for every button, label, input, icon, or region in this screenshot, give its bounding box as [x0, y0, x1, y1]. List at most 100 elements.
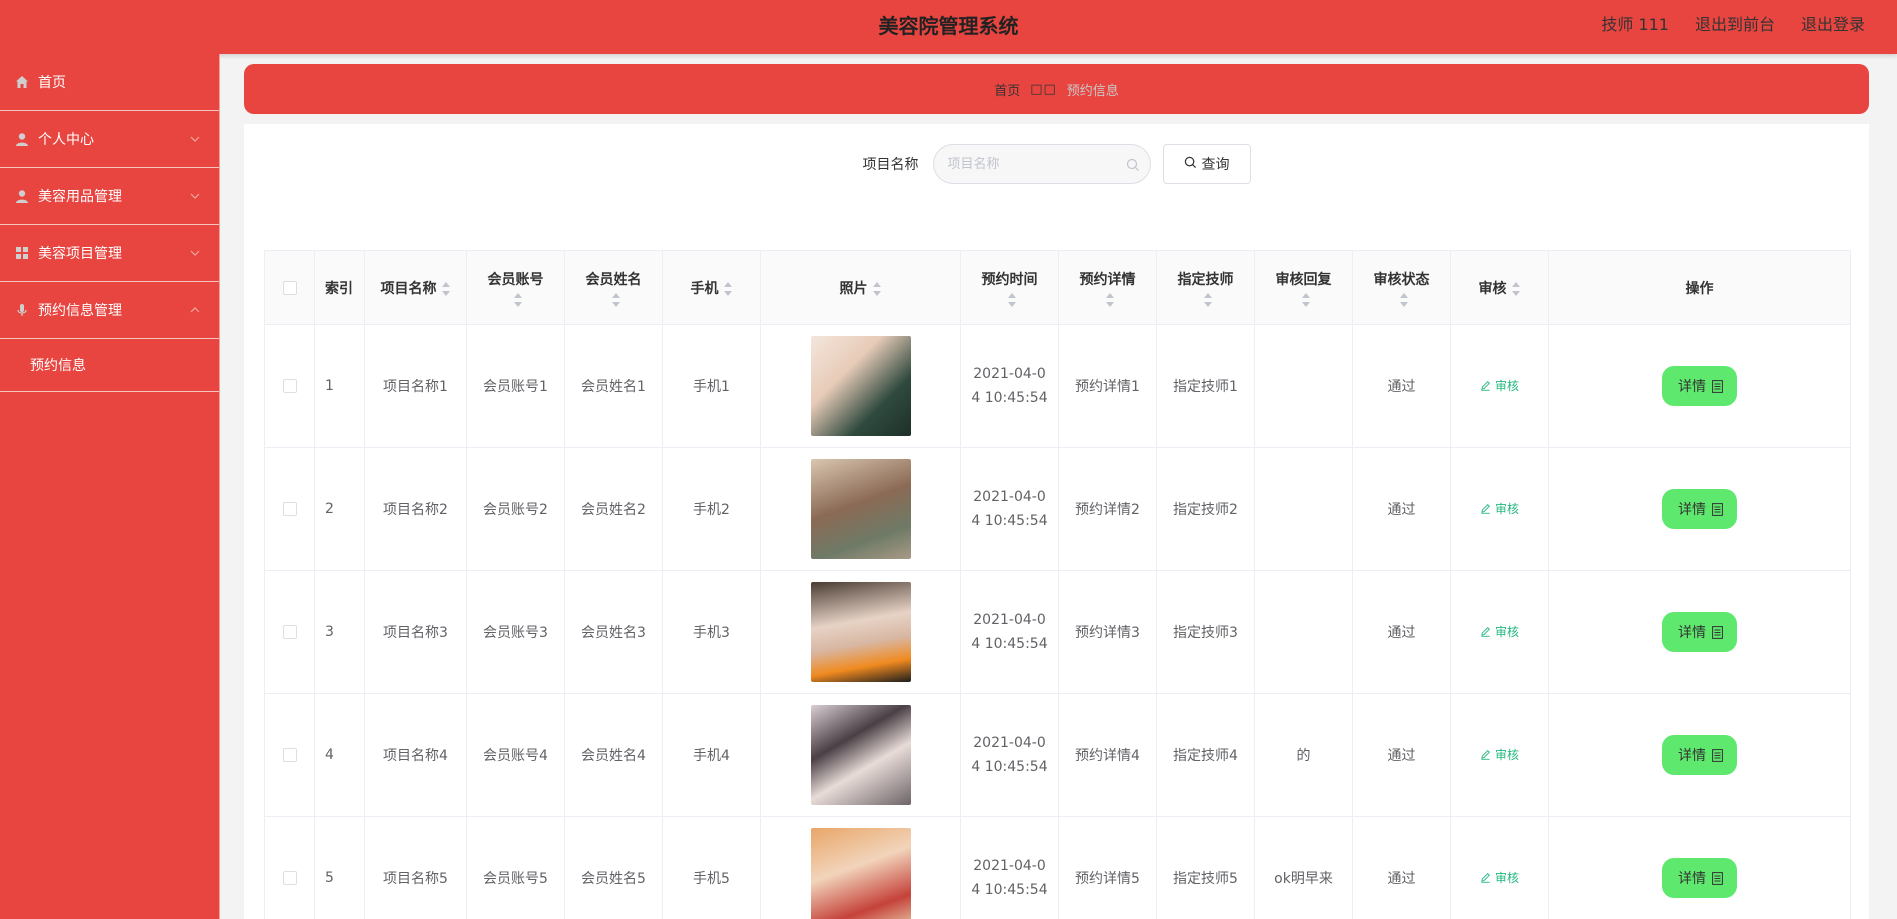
audit-link[interactable]: 审核: [1480, 500, 1519, 517]
header-time[interactable]: 预约时间: [960, 250, 1059, 325]
row-select-cell: [264, 816, 315, 919]
project-name-input[interactable]: [933, 145, 1150, 183]
cell-audit: 审核: [1450, 570, 1549, 694]
sidebar-item-home[interactable]: 首页: [0, 54, 219, 111]
header-audit[interactable]: 审核: [1450, 250, 1549, 325]
header-reply[interactable]: 审核回复: [1254, 250, 1353, 325]
cell-status: 通过: [1352, 693, 1451, 817]
detail-button[interactable]: 详情: [1662, 735, 1737, 775]
header-phone[interactable]: 手机: [662, 250, 761, 325]
sort-icon[interactable]: [1105, 292, 1115, 307]
document-icon: [1712, 748, 1723, 762]
sidebar-item-personal-center[interactable]: 个人中心: [0, 111, 219, 168]
edit-icon: [1481, 381, 1490, 391]
sidebar-item-beauty-supplies[interactable]: 美容用品管理: [0, 168, 219, 225]
detail-button[interactable]: 详情: [1662, 366, 1737, 406]
sidebar-item-appointments[interactable]: 预约信息管理: [0, 282, 219, 339]
document-icon: [1712, 625, 1723, 639]
cell-status: 通过: [1352, 816, 1451, 919]
edit-icon: [1481, 627, 1490, 637]
cell-account: 会员账号2: [466, 447, 565, 571]
audit-link[interactable]: 审核: [1480, 746, 1519, 763]
sidebar-item-beauty-projects[interactable]: 美容项目管理: [0, 225, 219, 282]
home-icon: [14, 74, 30, 90]
cell-detail: 预约详情3: [1058, 570, 1157, 694]
member-photo[interactable]: [810, 828, 911, 919]
row-checkbox[interactable]: [282, 871, 297, 885]
cell-time: 2021-04-04 10:45:54: [960, 324, 1059, 448]
audit-link[interactable]: 审核: [1480, 869, 1519, 886]
mic-icon: [14, 302, 30, 318]
query-button[interactable]: 查询: [1162, 144, 1251, 184]
row-select-cell: [264, 570, 315, 694]
document-icon: [1712, 871, 1723, 885]
detail-button-label: 详情: [1678, 624, 1706, 640]
header-tech[interactable]: 指定技师: [1156, 250, 1255, 325]
appointment-time: 2021-04-04 10:45:54: [971, 858, 1048, 898]
cell-tech: 指定技师5: [1156, 816, 1255, 919]
cell-account: 会员账号1: [466, 324, 565, 448]
sort-icon[interactable]: [872, 281, 882, 296]
member-photo[interactable]: [810, 582, 911, 682]
chevron-down-icon: [189, 190, 201, 202]
header-name[interactable]: 会员姓名: [564, 250, 663, 325]
row-checkbox[interactable]: [282, 502, 297, 516]
sort-icon[interactable]: [1203, 292, 1213, 307]
cell-photo: [760, 693, 961, 817]
header-index: 索引: [314, 250, 365, 325]
audit-link[interactable]: 审核: [1480, 623, 1519, 640]
member-photo[interactable]: [810, 705, 911, 805]
row-checkbox[interactable]: [282, 748, 297, 762]
row-select-cell: [264, 693, 315, 817]
user-icon: [14, 131, 30, 147]
select-all-checkbox[interactable]: [282, 280, 297, 295]
sort-icon[interactable]: [1301, 292, 1311, 307]
cell-detail: 预约详情2: [1058, 447, 1157, 571]
cell-project: 项目名称3: [364, 570, 467, 694]
cell-audit: 审核: [1450, 693, 1549, 817]
cell-reply: ok明早来: [1254, 816, 1353, 919]
header-detail[interactable]: 预约详情: [1058, 250, 1157, 325]
sidebar-item-label: 美容用品管理: [38, 189, 122, 205]
cell-index: 4: [314, 693, 365, 817]
row-checkbox[interactable]: [282, 625, 297, 639]
detail-button[interactable]: 详情: [1662, 489, 1737, 529]
table-header-row: 索引 项目名称 会员账号 会员姓名 手机 照片 预约时间 预约详情 指定技师 审…: [264, 250, 1851, 325]
detail-button-label: 详情: [1678, 747, 1706, 763]
sort-icon[interactable]: [611, 292, 621, 307]
member-photo[interactable]: [810, 459, 911, 559]
document-icon: [1712, 502, 1723, 516]
audit-link[interactable]: 审核: [1480, 377, 1519, 394]
sort-icon[interactable]: [1511, 281, 1521, 296]
cell-reply: [1254, 447, 1353, 571]
appointment-time: 2021-04-04 10:45:54: [971, 612, 1048, 652]
header-status[interactable]: 审核状态: [1352, 250, 1451, 325]
header-account[interactable]: 会员账号: [466, 250, 565, 325]
detail-button[interactable]: 详情: [1662, 858, 1737, 898]
current-user[interactable]: 技师 111: [1601, 0, 1669, 50]
breadcrumb-home[interactable]: 首页: [994, 80, 1020, 99]
sidebar-subitem-appointment-info[interactable]: 预约信息: [0, 339, 219, 392]
member-photo[interactable]: [810, 336, 911, 436]
sort-icon[interactable]: [441, 281, 451, 296]
header-project[interactable]: 项目名称: [364, 250, 467, 325]
search-icon: [1184, 156, 1197, 173]
exit-to-front-link[interactable]: 退出到前台: [1695, 0, 1775, 50]
chevron-up-icon: [189, 304, 201, 316]
sort-icon[interactable]: [723, 281, 733, 296]
header-photo[interactable]: 照片: [760, 250, 961, 325]
table-row: 5 项目名称5 会员账号5 会员姓名5 手机5 2021-04-04 10:45…: [264, 816, 1851, 919]
sort-icon[interactable]: [1399, 292, 1409, 307]
cell-phone: 手机5: [662, 816, 761, 919]
edit-icon: [1481, 750, 1490, 760]
sort-icon[interactable]: [1007, 292, 1017, 307]
logout-link[interactable]: 退出登录: [1801, 0, 1865, 50]
row-checkbox[interactable]: [282, 379, 297, 393]
breadcrumb: 首页 □□ 预约信息: [244, 64, 1869, 114]
audit-label: 审核: [1494, 625, 1519, 639]
detail-button[interactable]: 详情: [1662, 612, 1737, 652]
cell-index: 3: [314, 570, 365, 694]
sort-icon[interactable]: [513, 292, 523, 307]
cell-time: 2021-04-04 10:45:54: [960, 447, 1059, 571]
cell-account: 会员账号5: [466, 816, 565, 919]
